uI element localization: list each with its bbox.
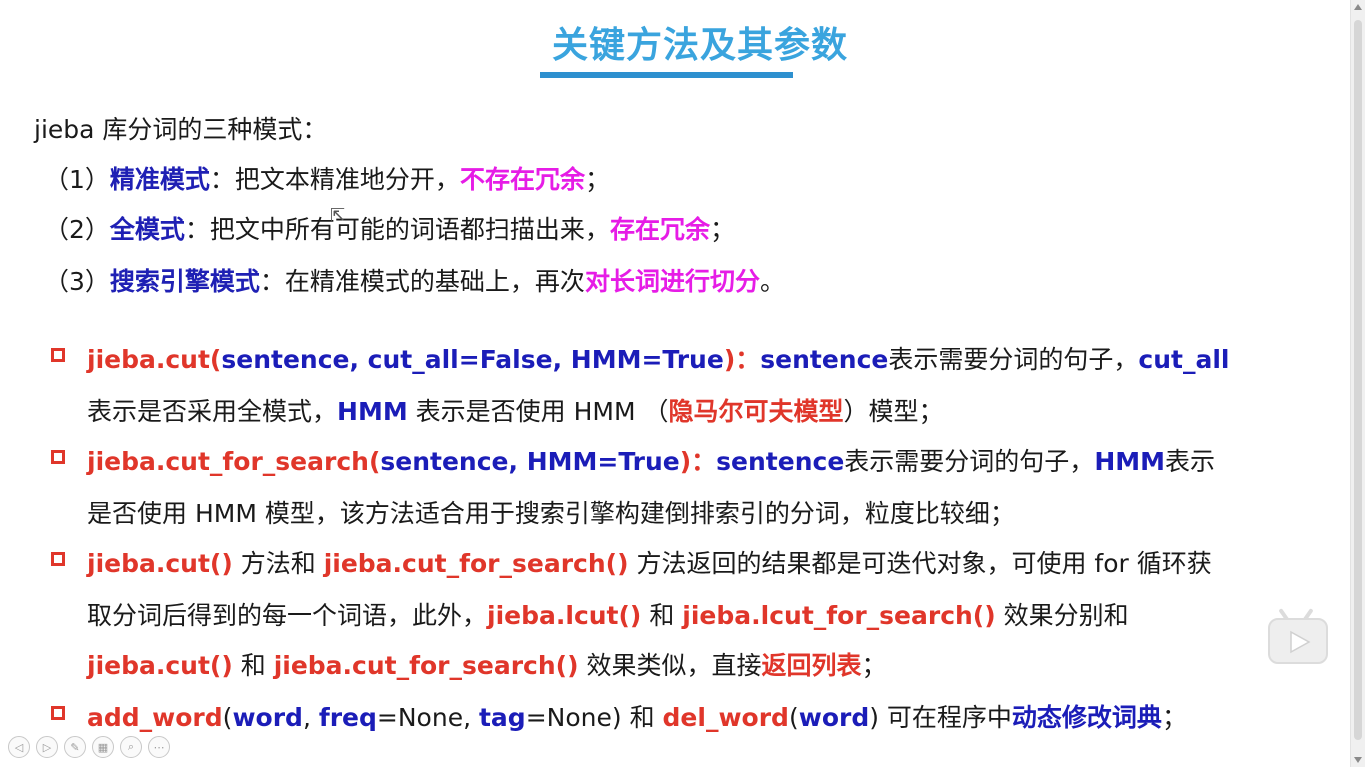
title-underline	[540, 72, 793, 78]
func-name: jieba.cut()	[87, 651, 233, 680]
bullet-3-line-2: 取分词后得到的每一个词语，此外，jieba.lcut() 和 jieba.lcu…	[87, 596, 1129, 632]
bullet-square-icon	[51, 348, 65, 362]
mode-highlight: 对长词进行切分	[584, 267, 760, 296]
more-icon[interactable]: ⋯	[148, 736, 170, 758]
bullet-1-line-2: 表示是否采用全模式，HMM 表示是否使用 HMM （隐马尔可夫模型）模型；	[87, 392, 944, 428]
param-name: sentence	[760, 345, 889, 374]
func-name: jieba.lcut()	[487, 601, 642, 630]
text: ；	[861, 651, 887, 680]
mode-1: （1）精准模式：把文本精准地分开，不存在冗余；	[44, 160, 610, 196]
mode-name: 搜索引擎模式	[109, 267, 260, 296]
func-name: add_word	[87, 703, 223, 732]
bullet-square-icon	[51, 706, 65, 720]
bullet-square-icon	[51, 552, 65, 566]
param-desc: 表示需要分词的句子，	[888, 345, 1139, 374]
pen-icon[interactable]: ✎	[64, 736, 86, 758]
func-close: )：	[723, 345, 761, 374]
param-name: word	[232, 703, 303, 732]
func-name: jieba.cut_for_search(	[87, 447, 381, 476]
param-name: word	[798, 703, 870, 732]
func-args: sentence, cut_all=False, HMM=True	[221, 345, 724, 374]
mode-end: ；	[584, 165, 610, 194]
param-desc: 表示是否使用 HMM （	[407, 397, 669, 426]
highlight-text: 隐马尔可夫模型	[668, 397, 844, 426]
mode-desc: ：把文中所有可能的词语都扫描出来，	[184, 215, 610, 244]
text: 方法和	[232, 549, 324, 578]
text: 方法返回的结果都是可迭代对象，可使用 for 循环获	[628, 549, 1212, 578]
param-name: HMM	[337, 397, 408, 426]
scroll-up-icon[interactable]	[1354, 4, 1362, 10]
func-name: jieba.lcut_for_search()	[682, 601, 996, 630]
mode-3: （3）搜索引擎模式：在精准模式的基础上，再次对长词进行切分。	[44, 262, 785, 298]
param-name: cut_all	[1138, 345, 1230, 374]
highlight-text: 动态修改词典	[1011, 703, 1162, 732]
bullet-1-line-1: jieba.cut(sentence, cut_all=False, HMM=T…	[87, 340, 1229, 376]
func-close: )：	[679, 447, 717, 476]
mode-number: （3）	[44, 267, 110, 296]
slide: 关键方法及其参数 jieba 库分词的三种模式： （1）精准模式：把文本精准地分…	[0, 0, 1350, 767]
mode-desc: ：把文本精准地分开，	[209, 165, 460, 194]
mode-name: 全模式	[109, 215, 185, 244]
param-name: sentence	[716, 447, 845, 476]
param-name: HMM	[1094, 447, 1165, 476]
play-icon[interactable]	[1268, 618, 1328, 664]
func-name: jieba.cut(	[87, 345, 222, 374]
bullet-2-line-2: 是否使用 HMM 模型，该方法适合用于搜索引擎构建倒排索引的分词，粒度比较细；	[87, 499, 1015, 528]
func-name: jieba.cut_for_search()	[273, 651, 579, 680]
mode-end: ；	[709, 215, 735, 244]
text: (	[222, 703, 233, 732]
func-name: del_word	[662, 703, 789, 732]
mode-2: （2）全模式：把文中所有可能的词语都扫描出来，存在冗余；	[44, 210, 735, 246]
mode-highlight: 存在冗余	[609, 215, 710, 244]
param-desc: 表示	[1165, 447, 1216, 476]
mode-end: 。	[759, 267, 785, 296]
func-name: jieba.cut_for_search()	[323, 549, 629, 578]
mode-desc: ：在精准模式的基础上，再次	[259, 267, 585, 296]
next-icon[interactable]: ▷	[36, 736, 58, 758]
text: (	[788, 703, 799, 732]
scroll-down-icon[interactable]	[1354, 757, 1362, 763]
slides-icon[interactable]: ▦	[92, 736, 114, 758]
bullet-4-line-1: add_word(word, freq=None, tag=None) 和 de…	[87, 698, 1187, 734]
bullet-3-line-3: jieba.cut() 和 jieba.cut_for_search() 效果类…	[87, 646, 886, 682]
bullet-square-icon	[51, 450, 65, 464]
text: 效果类似，直接	[578, 651, 762, 680]
mouse-cursor-icon: ⇱	[330, 205, 346, 226]
param-name: freq	[318, 703, 377, 732]
slide-title: 关键方法及其参数	[551, 25, 848, 66]
mode-number: （1）	[44, 165, 110, 194]
param-desc: ）模型；	[843, 397, 944, 426]
func-name: jieba.cut()	[87, 549, 233, 578]
prev-icon[interactable]: ◁	[8, 736, 30, 758]
param-desc: 表示是否采用全模式，	[87, 397, 338, 426]
mode-number: （2）	[44, 215, 110, 244]
highlight-text: 返回列表	[761, 651, 862, 680]
mode-highlight: 不存在冗余	[459, 165, 585, 194]
param-desc: 表示需要分词的句子，	[844, 447, 1095, 476]
text: ；	[1161, 703, 1187, 732]
text: ) 可在程序中	[869, 703, 1012, 732]
zoom-icon[interactable]: ⌕	[120, 736, 142, 758]
scroll-thumb[interactable]	[1354, 20, 1362, 740]
text: 取分词后得到的每一个词语，此外，	[87, 601, 488, 630]
param-name: tag	[478, 703, 526, 732]
bullet-3-line-1: jieba.cut() 方法和 jieba.cut_for_search() 方…	[87, 544, 1212, 580]
text: ,	[302, 703, 319, 732]
vertical-scrollbar[interactable]	[1350, 0, 1365, 767]
text: 效果分别和	[995, 601, 1129, 630]
intro-text: jieba 库分词的三种模式：	[34, 115, 328, 144]
slideshow-toolbar: ◁ ▷ ✎ ▦ ⌕ ⋯	[8, 736, 170, 760]
text: =None) 和	[525, 703, 663, 732]
text: =None,	[376, 703, 479, 732]
mode-name: 精准模式	[109, 165, 210, 194]
bullet-2-line-1: jieba.cut_for_search(sentence, HMM=True)…	[87, 442, 1215, 478]
text: 和	[232, 651, 274, 680]
func-args: sentence, HMM=True	[380, 447, 680, 476]
text: 和	[641, 601, 683, 630]
